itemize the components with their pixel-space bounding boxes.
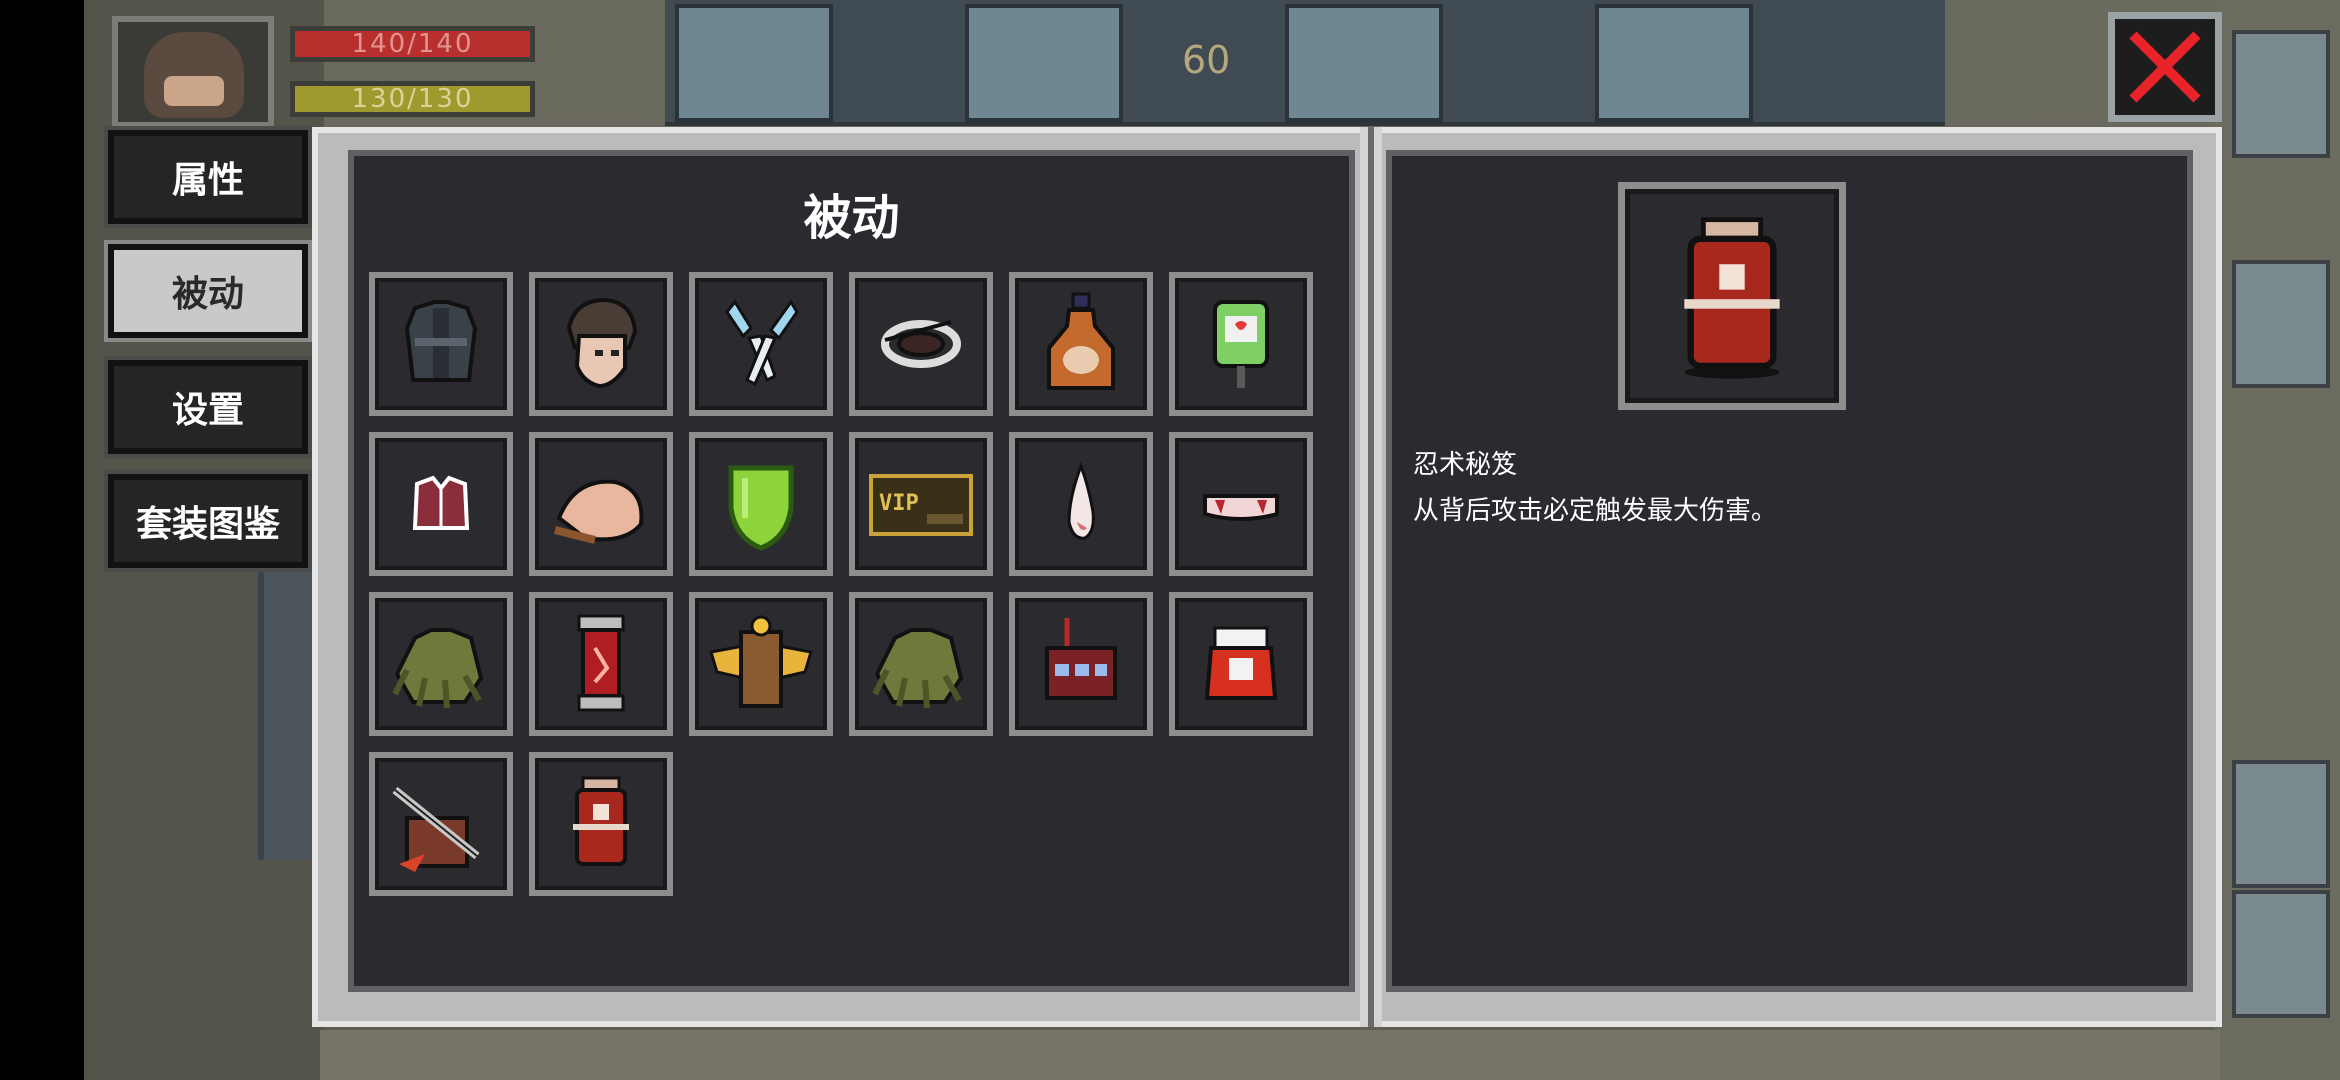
selected-item-description: 从背后攻击必定触发最大伤害。 bbox=[1413, 496, 1778, 526]
iv-bag-icon bbox=[1213, 300, 1269, 388]
mp-bar: 130/130 bbox=[290, 81, 535, 117]
sword-crate-icon bbox=[392, 786, 480, 872]
selected-item-frame bbox=[1618, 182, 1846, 410]
wall-window bbox=[965, 4, 1123, 122]
vampire-teeth-icon bbox=[1203, 494, 1279, 521]
tab-settings[interactable]: 设置 bbox=[104, 356, 312, 458]
ninja-scroll-icon bbox=[1684, 217, 1780, 379]
tab-passive[interactable]: 被动 bbox=[104, 240, 312, 342]
wall-window bbox=[675, 4, 833, 122]
armor-vest-icon bbox=[404, 300, 478, 382]
machine-block bbox=[2232, 760, 2330, 888]
wall-window bbox=[1595, 4, 1753, 122]
tab-label: 被动 bbox=[171, 274, 244, 315]
passive-slot[interactable] bbox=[1169, 592, 1313, 736]
hp-text: 140/140 bbox=[351, 29, 474, 59]
player-portrait bbox=[112, 16, 274, 128]
passive-slot[interactable] bbox=[369, 592, 513, 736]
roast-meat-icon bbox=[554, 479, 644, 544]
radio-device-icon bbox=[1045, 618, 1117, 700]
passive-slot[interactable] bbox=[689, 432, 833, 576]
wall-window bbox=[1285, 4, 1443, 122]
panel-divider bbox=[1360, 127, 1382, 1027]
machine-block bbox=[2232, 30, 2330, 158]
vest-top-icon bbox=[412, 475, 470, 530]
tab-label: 属性 bbox=[171, 160, 244, 201]
vip-card-icon: VIP bbox=[869, 474, 973, 536]
svg-text:VIP: VIP bbox=[879, 491, 919, 516]
passive-slot[interactable] bbox=[1169, 432, 1313, 576]
claw-hand-icon bbox=[392, 628, 484, 709]
passive-slot[interactable] bbox=[1009, 272, 1153, 416]
hp-bar: 140/140 bbox=[290, 26, 535, 62]
potion-bottle-icon bbox=[1047, 292, 1115, 390]
passive-slot[interactable] bbox=[369, 272, 513, 416]
machine-block bbox=[2232, 890, 2330, 1018]
passive-slot[interactable] bbox=[529, 752, 673, 896]
passive-slot[interactable] bbox=[529, 432, 673, 576]
fang-tooth-icon bbox=[1067, 461, 1095, 540]
red-capsule-icon bbox=[577, 614, 625, 712]
green-shield-icon bbox=[728, 465, 794, 551]
passive-slot[interactable] bbox=[689, 592, 833, 736]
background-floor-bottom bbox=[320, 1030, 2220, 1080]
screen-edge bbox=[0, 0, 84, 1080]
tab-set-collection[interactable]: 套装图鉴 bbox=[104, 470, 312, 572]
selected-item-name: 忍术秘笈 bbox=[1413, 450, 1518, 480]
tab-label: 套装图鉴 bbox=[135, 504, 280, 545]
passive-slot[interactable] bbox=[689, 272, 833, 416]
tab-attributes[interactable]: 属性 bbox=[104, 126, 312, 228]
tab-label: 设置 bbox=[171, 390, 244, 431]
claw-hand-icon bbox=[872, 628, 964, 709]
scissors-icon bbox=[725, 299, 799, 387]
passive-slot[interactable]: VIP bbox=[849, 432, 993, 576]
passive-slot[interactable] bbox=[849, 272, 993, 416]
ninja-scroll-icon bbox=[573, 776, 629, 866]
passive-slot[interactable] bbox=[369, 432, 513, 576]
avatar bbox=[144, 32, 244, 118]
winged-chest-icon bbox=[709, 615, 813, 708]
machine-block bbox=[2232, 260, 2330, 388]
passive-slot[interactable] bbox=[1009, 432, 1153, 576]
mp-text: 130/130 bbox=[351, 84, 474, 114]
background-wall bbox=[665, 0, 1945, 126]
section-title: 被动 bbox=[803, 190, 900, 246]
close-button[interactable] bbox=[2108, 12, 2222, 122]
red-jar-icon bbox=[1204, 626, 1278, 700]
passive-slot[interactable] bbox=[529, 592, 673, 736]
cable-coil-icon bbox=[881, 320, 961, 368]
passive-slot[interactable] bbox=[369, 752, 513, 896]
passive-slot[interactable] bbox=[1009, 592, 1153, 736]
background-machine bbox=[2215, 0, 2340, 1080]
close-icon bbox=[2129, 31, 2201, 103]
passive-slot[interactable] bbox=[529, 272, 673, 416]
character-head-icon bbox=[566, 297, 638, 389]
passive-slot[interactable] bbox=[849, 592, 993, 736]
passive-slot[interactable] bbox=[1169, 272, 1313, 416]
level-counter: 60 bbox=[1182, 38, 1231, 82]
